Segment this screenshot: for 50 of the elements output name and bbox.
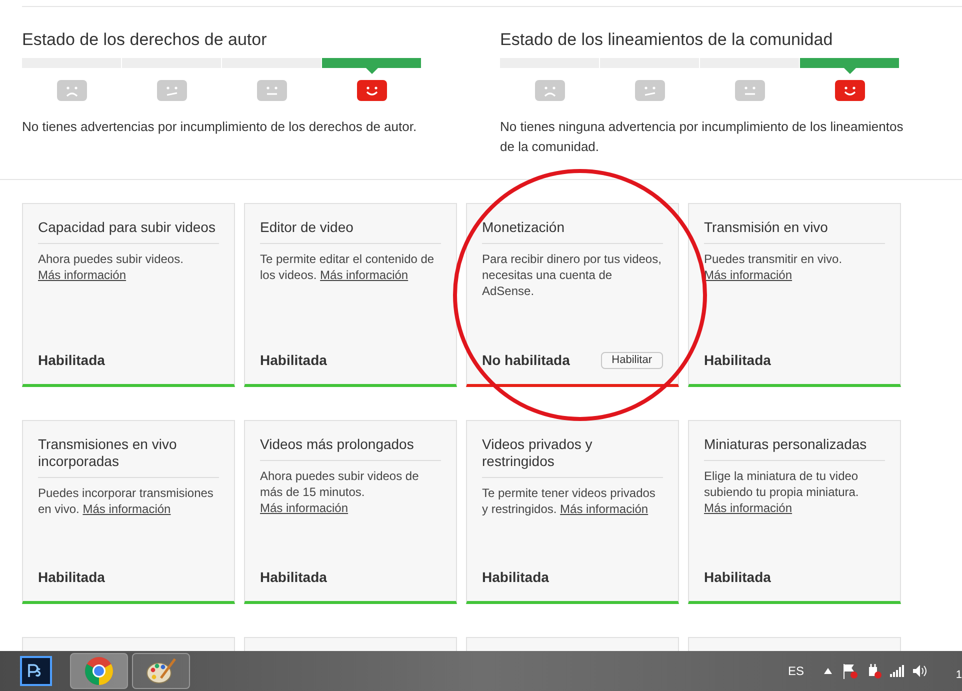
browser-taskbar-button[interactable] — [70, 653, 128, 689]
status-label: Habilitada — [260, 568, 327, 587]
card-description: Puedes incorporar transmisiones en vivo. Más información — [38, 485, 214, 517]
enable-button[interactable]: Habilitar — [600, 352, 663, 369]
palette-icon — [145, 656, 177, 686]
signal-icon[interactable] — [890, 665, 904, 677]
paint-taskbar-button[interactable] — [132, 653, 190, 689]
card-title: Transmisión en vivo — [704, 204, 885, 244]
more-info-link[interactable]: Más información — [38, 268, 126, 282]
pointer-triangle — [844, 68, 856, 74]
photoshop-icon[interactable] — [20, 656, 52, 686]
card-description: Puedes transmitir en vivo. Más información — [704, 251, 844, 283]
status-message: No tienes ninguna advertencia por incumplimiento de los lineamientos de la comunidad. — [500, 118, 904, 156]
card-description: Elige la miniatura de tu video subiendo tu propia miniatura. Más información — [704, 468, 860, 516]
more-info-link[interactable]: Más información — [704, 268, 792, 282]
status-label: Habilitada — [38, 351, 105, 370]
card-title: Capacidad para subir videos — [38, 204, 219, 244]
section-title: Estado de los lineamientos de la comunidad — [500, 29, 834, 49]
card-description: Ahora puedes subir videos. Más información — [38, 251, 184, 283]
up-arrow-icon[interactable] — [824, 668, 832, 674]
card-title: Transmisiones en vivo incorporadas — [38, 421, 219, 478]
status-label: No habilitada — [482, 351, 570, 370]
more-info-link[interactable]: Más información — [560, 502, 648, 516]
speaker-icon[interactable] — [912, 664, 928, 678]
card-description: Para recibir dinero por tus videos, necesitas una cuenta de AdSense. — [482, 251, 662, 299]
card-title: Editor de video — [260, 204, 441, 244]
card-description: Te permite tener videos privados y restringidos. Más información — [482, 485, 656, 517]
status-message: No tienes advertencias por incumplimiento de los derechos de autor. — [22, 118, 418, 136]
more-info-link[interactable]: Más información — [320, 268, 408, 282]
browser-icon — [84, 656, 114, 686]
card-title: Monetización — [482, 204, 663, 244]
language-indicator[interactable]: ES — [788, 662, 804, 680]
clock: 1 — [956, 668, 962, 682]
pointer-triangle — [366, 68, 378, 74]
section-title: Estado de los derechos de autor — [22, 29, 268, 49]
more-info-link[interactable]: Más información — [704, 501, 792, 515]
status-label: Habilitada — [38, 568, 105, 587]
more-info-link[interactable]: Más información — [82, 502, 171, 516]
card-description: Te permite editar el contenido de los videos. Más información — [260, 251, 436, 283]
power-plug-icon[interactable] — [866, 663, 882, 679]
status-label: Habilitada — [704, 351, 771, 370]
status-label: Habilitada — [482, 568, 549, 587]
status-label: Habilitada — [704, 568, 771, 587]
card-title: Videos privados y restringidos — [482, 421, 663, 478]
card-description: Ahora puedes subir videos de más de 15 minutos. Más información — [260, 468, 420, 516]
more-info-link[interactable]: Más información — [260, 501, 348, 515]
status-label: Habilitada — [260, 351, 327, 370]
flag-icon[interactable] — [842, 663, 858, 679]
card-title: Videos más prolongados — [260, 421, 441, 461]
card-title: Miniaturas personalizadas — [704, 421, 885, 461]
